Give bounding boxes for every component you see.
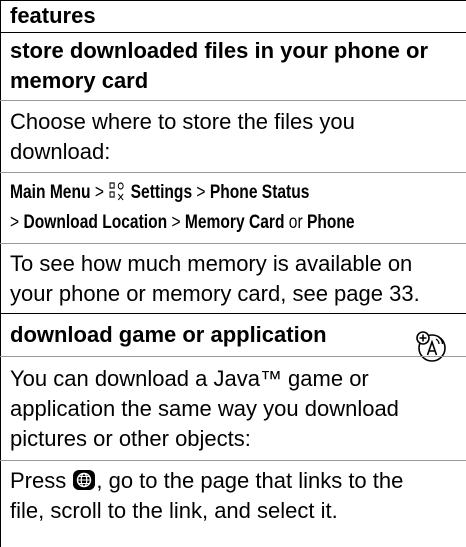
settings-icon xyxy=(108,181,126,211)
store-intro-line-1: Choose where to store the files you xyxy=(10,109,355,134)
store-heading-separator xyxy=(0,100,466,101)
download-body-line-2: application the same way you download xyxy=(10,396,399,421)
manual-page: features store downloaded files in your … xyxy=(0,0,466,547)
download-body-separator xyxy=(0,460,466,461)
download-heading: download game or application xyxy=(10,322,327,347)
menu-path-separator: > xyxy=(171,212,181,233)
section-divider xyxy=(0,313,466,314)
section-title-rule xyxy=(0,32,466,33)
menu-path-separator: > xyxy=(10,212,20,233)
menu-path-memory-card: Memory Card xyxy=(184,212,285,233)
menu-path-download-location: Download Location xyxy=(23,212,168,233)
menu-path-separator: > xyxy=(94,182,104,203)
menu-path-separator-rule xyxy=(0,243,466,244)
section-title: features xyxy=(10,3,96,28)
download-steps-line-2: file, scroll to the link, and select it. xyxy=(10,498,338,523)
store-intro-line-2: download: xyxy=(10,139,111,164)
menu-path-phone-status: Phone Status xyxy=(209,182,310,203)
menu-path-line-2: > Download Location > Memory Card or Pho… xyxy=(10,208,355,238)
menu-path-line-1: Main Menu > Settings > Phone Status xyxy=(10,178,309,211)
store-intro-separator xyxy=(0,172,466,173)
menu-path-separator: > xyxy=(196,182,206,203)
menu-path-or: or xyxy=(288,212,303,233)
menu-path-main-menu: Main Menu xyxy=(10,182,91,203)
download-steps-line-1-rest: , go to the page that links to the xyxy=(96,468,404,493)
download-steps-line-1: Press , go to the page that links to the xyxy=(10,466,403,499)
press-label: Press xyxy=(10,468,67,493)
store-note-line-1: To see how much memory is available on xyxy=(10,251,413,276)
browser-key-icon xyxy=(72,469,96,499)
store-note-line-2: your phone or memory card, see page 33. xyxy=(10,281,420,306)
menu-path-phone: Phone xyxy=(306,212,355,233)
store-heading-line-1: store downloaded files in your phone or xyxy=(10,38,429,63)
download-body-line-1: You can download a Java™ game or xyxy=(10,366,369,391)
network-feature-icon xyxy=(415,330,449,369)
download-body-line-3: pictures or other objects: xyxy=(10,426,251,451)
left-border xyxy=(0,0,1,547)
download-heading-separator xyxy=(0,356,466,357)
menu-path-settings: Settings xyxy=(130,182,193,203)
store-heading-line-2: memory card xyxy=(10,68,149,93)
